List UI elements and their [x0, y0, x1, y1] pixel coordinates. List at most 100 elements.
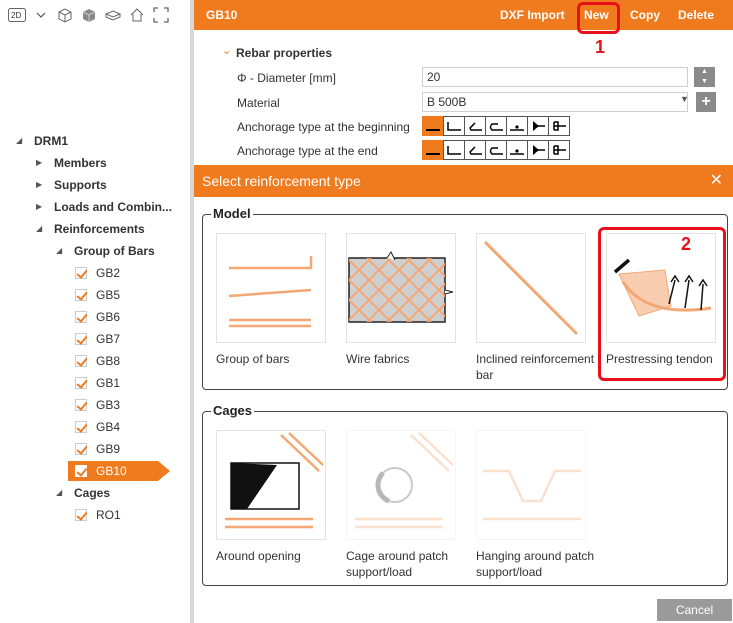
tile-label: Group of bars	[216, 352, 290, 366]
checkbox-checked[interactable]	[75, 311, 87, 323]
anchor-hook-90-icon[interactable]	[443, 116, 465, 136]
solid-cube-icon[interactable]	[80, 6, 98, 24]
tile-wire-fabrics[interactable]: Wire fabrics	[346, 233, 466, 367]
tree-item-cages[interactable]: ◢ Cages	[0, 482, 190, 504]
tile-label: Hanging around patch support/load	[476, 549, 595, 579]
anchorage-begin-selector	[422, 116, 570, 136]
section-title[interactable]: Rebar properties	[236, 46, 332, 60]
tree-item-loads[interactable]: ▶ Loads and Combin...	[0, 196, 190, 218]
anchor-hook-90-icon[interactable]	[443, 140, 465, 160]
tile-group-of-bars[interactable]: Group of bars	[216, 233, 336, 367]
wireframe-cube-icon[interactable]	[56, 6, 74, 24]
dialog-title: Select reinforcement type	[194, 165, 733, 197]
anchor-straight-icon[interactable]	[422, 116, 444, 136]
plane-view-icon[interactable]	[104, 6, 122, 24]
collapsed-arrow-icon[interactable]: ▶	[36, 152, 42, 174]
hanging-around-patch-icon	[476, 430, 586, 540]
tree-bar-label: GB8	[96, 354, 121, 368]
tree-item-bar[interactable]: GB5	[0, 284, 190, 306]
home-icon[interactable]	[128, 6, 146, 24]
tree-item-bar[interactable]: GB2	[0, 262, 190, 284]
chevron-down-icon[interactable]: ▼	[680, 94, 689, 104]
chevron-down-icon[interactable]	[32, 6, 50, 24]
anchor-welded-bar-icon[interactable]	[506, 116, 528, 136]
view-2d-icon[interactable]: 2D	[8, 6, 26, 24]
expanded-arrow-icon[interactable]: ◢	[16, 130, 22, 152]
annotation-box-2	[598, 227, 726, 381]
anchor-plate-icon[interactable]	[527, 140, 549, 160]
checkbox-checked[interactable]	[75, 289, 87, 301]
tree-item-bar[interactable]: GB9	[0, 438, 190, 460]
anchor-head-icon[interactable]	[548, 140, 570, 160]
tree-cages-label: Cages	[74, 486, 111, 500]
dxf-import-button[interactable]: DXF Import	[500, 8, 565, 22]
checkbox-checked[interactable]	[75, 421, 87, 433]
expanded-arrow-icon[interactable]: ◢	[36, 218, 42, 240]
anchor-plate-icon[interactable]	[527, 116, 549, 136]
tile-label: Cage around patch support/load	[346, 549, 449, 579]
tree-item-root[interactable]: ◢ DRM1	[0, 130, 190, 152]
tree-item-bar[interactable]: GB7	[0, 328, 190, 350]
cage-around-patch-icon	[346, 430, 456, 540]
checkbox-checked[interactable]	[75, 509, 87, 521]
anchor-straight-icon[interactable]	[422, 140, 444, 160]
cages-group: Cages Around opening Cage around patch s…	[202, 403, 728, 586]
tree-item-bar[interactable]: GB6	[0, 306, 190, 328]
left-panel: 2D ◢ DRM1 ▶ Members ▶ Supports ▶ Loads a…	[0, 0, 190, 623]
left-toolbar: 2D	[0, 0, 190, 30]
tile-cage-around-patch[interactable]: Cage around patch support/load	[346, 430, 466, 580]
tree-item-bar-selected[interactable]: GB10	[0, 460, 190, 482]
anchor-hook-180-icon[interactable]	[485, 116, 507, 136]
anchor-hook-135-icon[interactable]	[464, 116, 486, 136]
checkbox-checked[interactable]	[75, 377, 87, 389]
anchor-hook-180-icon[interactable]	[485, 140, 507, 160]
tree-item-bar[interactable]: GB8	[0, 350, 190, 372]
tree-group-of-bars-label: Group of Bars	[74, 244, 155, 258]
tree-reinforcements-label: Reinforcements	[54, 222, 145, 236]
diameter-input[interactable]: 20	[422, 67, 688, 87]
rebar-properties-panel: ⌄ Rebar properties Φ - Diameter [mm] 20 …	[194, 30, 733, 165]
material-select[interactable]: B 500B	[422, 92, 688, 112]
checkbox-checked[interactable]	[75, 399, 87, 411]
checkbox-checked[interactable]	[75, 443, 87, 455]
cancel-button[interactable]: Cancel	[657, 599, 732, 621]
spinner-icon[interactable]: ▲ ▼	[694, 67, 715, 87]
tree-item-bar[interactable]: GB4	[0, 416, 190, 438]
checkbox-checked[interactable]	[75, 333, 87, 345]
fullscreen-icon[interactable]	[152, 6, 170, 24]
collapsed-arrow-icon[interactable]: ▶	[36, 196, 42, 218]
close-icon[interactable]: ✕	[710, 165, 723, 197]
tree-item-cage[interactable]: RO1	[0, 504, 190, 526]
tile-hanging-around-patch[interactable]: Hanging around patch support/load	[476, 430, 596, 580]
tree-bar-label: GB4	[96, 420, 121, 434]
delete-button[interactable]: Delete	[678, 8, 714, 22]
copy-button[interactable]: Copy	[630, 8, 660, 22]
tree-bar-label: GB1	[96, 376, 121, 390]
tree-loads-label: Loads and Combin...	[54, 200, 173, 214]
add-material-button[interactable]: +	[696, 92, 716, 112]
checkbox-checked[interactable]	[75, 465, 87, 477]
tree-item-members[interactable]: ▶ Members	[0, 152, 190, 174]
tile-around-opening[interactable]: Around opening	[216, 430, 336, 564]
checkbox-checked[interactable]	[75, 267, 87, 279]
view-2d-label: 2D	[11, 11, 21, 20]
tree-bar-label: GB6	[96, 310, 121, 324]
expanded-arrow-icon[interactable]: ◢	[56, 240, 62, 262]
material-label: Material	[237, 96, 280, 110]
expanded-arrow-icon[interactable]: ◢	[56, 482, 62, 504]
collapsed-arrow-icon[interactable]: ▶	[36, 174, 42, 196]
tree-item-group-of-bars[interactable]: ◢ Group of Bars	[0, 240, 190, 262]
tree-item-bar[interactable]: GB1	[0, 372, 190, 394]
tree-item-supports[interactable]: ▶ Supports	[0, 174, 190, 196]
anchor-head-icon[interactable]	[548, 116, 570, 136]
tree-item-reinforcements[interactable]: ◢ Reinforcements	[0, 218, 190, 240]
tree-item-bar[interactable]: GB3	[0, 394, 190, 416]
collapse-chevron-icon[interactable]: ⌄	[222, 44, 231, 57]
tree-bar-label: GB5	[96, 288, 121, 302]
anchor-hook-135-icon[interactable]	[464, 140, 486, 160]
tile-inclined-bar[interactable]: Inclined reinforcement bar	[476, 233, 596, 383]
anchor-welded-bar-icon[interactable]	[506, 140, 528, 160]
diameter-label: Φ - Diameter [mm]	[237, 71, 336, 85]
item-title: GB10	[206, 8, 238, 22]
checkbox-checked[interactable]	[75, 355, 87, 367]
